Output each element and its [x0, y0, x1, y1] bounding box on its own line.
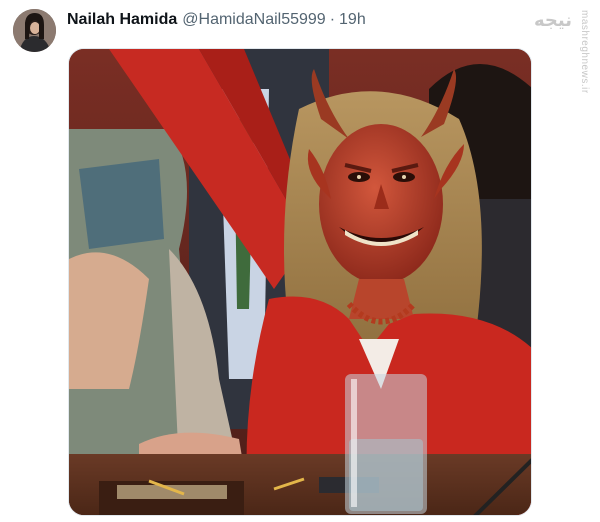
author-avatar[interactable]	[13, 9, 56, 52]
tweet-card: Nailah Hamida @HamidaNail55999 · 19h نیج…	[0, 0, 600, 522]
photo-image-icon	[69, 49, 531, 515]
watermark-logo: نیجه	[534, 10, 573, 31]
tweet-media-photo[interactable]	[68, 48, 532, 516]
user-handle[interactable]: @HamidaNail55999	[182, 10, 325, 30]
site-watermark: نیجه mashreghnews.ir	[534, 10, 590, 94]
watermark-site: mashreghnews.ir	[579, 10, 590, 94]
tweet-header: Nailah Hamida @HamidaNail55999 · 19h	[67, 10, 366, 30]
avatar-icon	[13, 9, 56, 52]
tweet-timestamp[interactable]: 19h	[339, 10, 366, 30]
header-separator: ·	[329, 11, 336, 28]
display-name[interactable]: Nailah Hamida	[67, 10, 177, 30]
